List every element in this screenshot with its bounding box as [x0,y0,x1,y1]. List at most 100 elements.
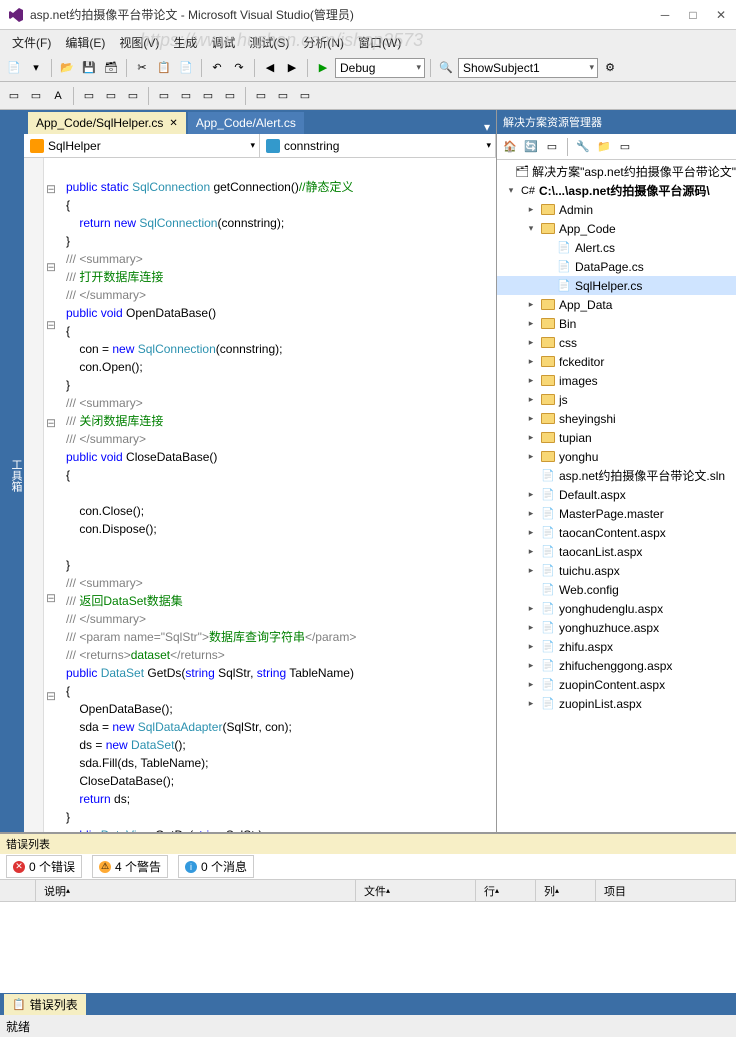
col-file[interactable]: 文件 [356,880,476,901]
find-combo[interactable]: ShowSubject1 [458,58,598,78]
toolbox-tab[interactable]: 工具箱 [0,110,24,832]
close-icon[interactable]: ✕ [169,118,177,129]
tb2-btn[interactable]: ▭ [176,86,196,106]
minimize-button[interactable]: ─ [658,8,672,22]
solution-title: 解决方案资源管理器 [497,110,736,134]
tb2-btn[interactable]: ▭ [101,86,121,106]
save-all-button[interactable]: 🗃 [101,58,121,78]
tree-file-selected[interactable]: 📄SqlHelper.cs [497,276,736,295]
tb2-btn[interactable]: ▭ [123,86,143,106]
tree-solution[interactable]: 🗂解决方案"asp.net约拍摄像平台带论文" [497,162,736,181]
tree-folder[interactable]: ▸App_Data [497,295,736,314]
tree-file[interactable]: ▸📄yonghudenglu.aspx [497,599,736,618]
menu-build[interactable]: 生成 [167,32,203,53]
tree-file[interactable]: ▸📄taocanContent.aspx [497,523,736,542]
menu-window[interactable]: 窗口(W) [352,32,407,53]
member-combo[interactable]: connstring [260,134,496,157]
tb2-btn[interactable]: ▭ [154,86,174,106]
class-combo[interactable]: SqlHelper [24,134,260,157]
col-project[interactable]: 项目 [596,880,736,901]
tree-folder[interactable]: ▸sheyingshi [497,409,736,428]
col-description[interactable]: 说明 [36,880,356,901]
tb2-btn[interactable]: ▭ [220,86,240,106]
tree-folder[interactable]: ▾App_Code [497,219,736,238]
warnings-filter[interactable]: ⚠4 个警告 [92,855,168,878]
tb2-btn[interactable]: ▭ [198,86,218,106]
tree-folder[interactable]: ▸js [497,390,736,409]
tree-folder[interactable]: ▸images [497,371,736,390]
tree-file[interactable]: 📄asp.net约拍摄像平台带论文.sln [497,466,736,485]
tree-file[interactable]: ▸📄zhifu.aspx [497,637,736,656]
tree-folder[interactable]: ▸fckeditor [497,352,736,371]
tree-file[interactable]: ▸📄tuichu.aspx [497,561,736,580]
tree-file[interactable]: ▸📄zuopinList.aspx [497,694,736,713]
tab-alert[interactable]: App_Code/Alert.cs [188,112,304,134]
errors-filter[interactable]: ✕0 个错误 [6,855,82,878]
code-editor[interactable]: ⊟ ⊟⊟ ⊟ ⊟⊟ ⊟ public static SqlConnection … [24,158,496,832]
save-button[interactable]: 💾 [79,58,99,78]
messages-filter[interactable]: i0 个消息 [178,855,254,878]
tree-folder[interactable]: ▸Admin [497,200,736,219]
tree-folder[interactable]: ▸css [497,333,736,352]
sol-refresh-icon[interactable]: 🔄 [522,138,540,156]
tree-file[interactable]: 📄Web.config [497,580,736,599]
tree-file[interactable]: ▸📄Default.aspx [497,485,736,504]
solution-tree[interactable]: 🗂解决方案"asp.net约拍摄像平台带论文" ▾C#C:\...\asp.ne… [497,160,736,832]
tree-folder[interactable]: ▸Bin [497,314,736,333]
menu-analyze[interactable]: 分析(N) [297,32,350,53]
col-line[interactable]: 行 [476,880,536,901]
sol-view-icon[interactable]: ▭ [616,138,634,156]
tree-file[interactable]: ▸📄yonghuzhuce.aspx [497,618,736,637]
sol-props-icon[interactable]: 🔧 [574,138,592,156]
tb2-btn[interactable]: ▭ [251,86,271,106]
sol-home-icon[interactable]: 🏠 [501,138,519,156]
tree-file[interactable]: ▸📄zhifuchenggong.aspx [497,656,736,675]
copy-button[interactable]: 📋 [154,58,174,78]
tree-project[interactable]: ▾C#C:\...\asp.net约拍摄像平台源码\ [497,181,736,200]
tree-file[interactable]: 📄Alert.cs [497,238,736,257]
nav-fwd-button[interactable]: ▶ [282,58,302,78]
new-project-button[interactable]: 📄 [4,58,24,78]
tb2-btn[interactable]: ▭ [295,86,315,106]
maximize-button[interactable]: □ [686,8,700,22]
menu-view[interactable]: 视图(V) [113,32,165,53]
start-button[interactable]: ▶ [313,58,333,78]
tree-file[interactable]: 📄DataPage.cs [497,257,736,276]
titlebar: asp.net约拍摄像平台带论文 - Microsoft Visual Stud… [0,0,736,30]
outline-gutter[interactable]: ⊟ ⊟⊟ ⊟ ⊟⊟ ⊟ [44,158,58,832]
code-text[interactable]: public static SqlConnection getConnectio… [58,158,496,832]
add-item-button[interactable]: ▾ [26,58,46,78]
menu-test[interactable]: 测试(S) [243,32,295,53]
settings-icon[interactable]: ⚙ [600,58,620,78]
menu-file[interactable]: 文件(F) [6,32,57,53]
tree-file[interactable]: ▸📄MasterPage.master [497,504,736,523]
redo-button[interactable]: ↷ [229,58,249,78]
tb2-btn[interactable]: A [48,86,68,106]
nav-back-button[interactable]: ◀ [260,58,280,78]
tree-folder[interactable]: ▸tupian [497,428,736,447]
tb2-btn[interactable]: ▭ [79,86,99,106]
sol-showall-icon[interactable]: 📁 [595,138,613,156]
menu-debug[interactable]: 调试 [205,32,241,53]
sol-collapse-icon[interactable]: ▭ [543,138,561,156]
tabs-dropdown[interactable]: ▾ [478,120,496,134]
undo-button[interactable]: ↶ [207,58,227,78]
tree-file[interactable]: ▸📄zuopinContent.aspx [497,675,736,694]
tree-file[interactable]: ▸📄taocanList.aspx [497,542,736,561]
tab-sqlhelper[interactable]: App_Code/SqlHelper.cs✕ [28,112,186,134]
paste-button[interactable]: 📄 [176,58,196,78]
open-button[interactable]: 📂 [57,58,77,78]
error-list-body[interactable] [0,902,736,993]
close-button[interactable]: ✕ [714,8,728,22]
tree-folder[interactable]: ▸yonghu [497,447,736,466]
menu-edit[interactable]: 编辑(E) [59,32,111,53]
error-list-tab[interactable]: 📋错误列表 [4,994,86,1015]
config-combo[interactable]: Debug [335,58,425,78]
cut-button[interactable]: ✂ [132,58,152,78]
breakpoint-gutter[interactable] [24,158,44,832]
tb2-btn[interactable]: ▭ [273,86,293,106]
find-icon[interactable]: 🔍 [436,58,456,78]
tb2-btn[interactable]: ▭ [26,86,46,106]
tb2-btn[interactable]: ▭ [4,86,24,106]
col-col[interactable]: 列 [536,880,596,901]
